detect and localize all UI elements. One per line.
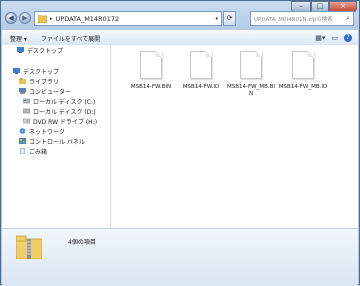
forward-button[interactable]: ▶ <box>19 12 31 24</box>
search-input[interactable]: UPDATA_M0I4R01N.zipの検索 <box>254 15 346 23</box>
file-name: MSB14-FW.BIN <box>130 84 172 90</box>
nav-item-library[interactable]: ライブラリ <box>19 76 59 86</box>
nav-item-label: DVD RW ドライブ (H:) <box>33 118 98 126</box>
nav-item-recycle-bin[interactable]: ごみ箱 <box>19 146 47 156</box>
nav-item-label: ネットワーク <box>29 128 66 136</box>
file-name: MSB14-FW_MB.BIN <box>226 84 275 97</box>
navigation-pane: デスクトップ デスクトップ ライブラリ コンピューター ローカル ディスク (C… <box>2 45 111 228</box>
nav-item-label: ごみ箱 <box>29 148 48 156</box>
back-button[interactable]: ◀ <box>5 12 17 24</box>
nav-item-drive-c[interactable]: ローカル ディスク (C:) <box>23 96 95 106</box>
folder-icon <box>38 14 47 23</box>
nav-item-label: ライブラリ <box>29 78 60 86</box>
desktop-icon <box>13 68 20 74</box>
nav-item-dvd[interactable]: DVD RW ドライブ (H:) <box>23 116 97 126</box>
nav-item-network[interactable]: ネットワーク <box>19 126 65 136</box>
nav-item-label: ローカル ディスク (D:) <box>33 108 96 116</box>
search-box[interactable]: UPDATA_M0I4R01N.zipの検索 ⌕ <box>250 11 354 26</box>
nav-item-drive-d[interactable]: ローカル ディスク (D:) <box>23 106 96 116</box>
document-icon <box>140 51 162 79</box>
file-name: MSB14-FW.ID <box>182 84 220 90</box>
nav-item-desktop[interactable]: デスクトップ <box>13 66 59 76</box>
nav-item-computer[interactable]: コンピューター <box>19 86 71 96</box>
breadcrumb-folder[interactable]: UPDATA_M14R0172 <box>56 15 120 23</box>
document-icon <box>240 51 262 79</box>
refresh-button[interactable]: ⟳ <box>223 11 236 26</box>
file-list-area[interactable]: MSB14-FW.BIN MSB14-FW.ID MSB14-FW_MB.BIN… <box>111 45 358 228</box>
command-bar: 整理 ▾ ファイルをすべて展開 ▦▾ ▭ ? <box>2 30 358 46</box>
control-panel-icon <box>19 138 26 144</box>
help-icon[interactable]: ? <box>344 34 352 42</box>
nav-item-control-panel[interactable]: コントロール パネル <box>19 136 85 146</box>
extract-all-button[interactable]: ファイルをすべて展開 <box>41 34 100 43</box>
document-icon <box>292 51 314 79</box>
nav-item-label: コントロール パネル <box>29 138 85 146</box>
file-name: MSB14-FW_MB.ID <box>278 84 328 90</box>
explorer-window: – □ × ◀ ▶ ▸ UPDATA_M14R0172 ▾ ⟳ UPDATA_M… <box>0 0 360 286</box>
item-count-label: 4個の項目 <box>68 239 96 246</box>
drive-icon <box>23 108 30 114</box>
drive-icon <box>23 98 30 104</box>
computer-icon <box>19 88 26 94</box>
arrow-right-icon: ▶ <box>22 14 28 22</box>
document-icon <box>190 51 212 79</box>
file-item[interactable]: MSB14-FW_MB.BIN <box>225 51 277 98</box>
nav-item-label: デスクトップ <box>23 68 60 76</box>
library-icon <box>19 78 26 84</box>
address-dropdown-icon[interactable]: ▾ <box>215 16 218 22</box>
refresh-icon: ⟳ <box>226 14 233 22</box>
dvd-icon <box>23 118 30 124</box>
file-item[interactable]: MSB14-FW_MB.ID <box>277 51 329 91</box>
nav-item-label: デスクトップ <box>27 47 64 55</box>
recycle-bin-icon <box>20 148 25 154</box>
nav-item-label: ローカル ディスク (C:) <box>33 98 96 106</box>
arrow-left-icon: ◀ <box>8 14 14 22</box>
breadcrumb-separator: ▸ <box>50 15 53 22</box>
details-pane: 4個の項目 <box>2 228 358 286</box>
search-icon: ⌕ <box>346 14 350 22</box>
network-icon <box>19 128 26 134</box>
nav-item-label: コンピューター <box>29 88 72 96</box>
zip-folder-icon <box>16 235 42 259</box>
desktop-icon <box>17 47 24 53</box>
preview-pane-icon[interactable]: ▭ <box>331 34 338 42</box>
file-item[interactable]: MSB14-FW.ID <box>175 51 227 91</box>
view-options-icon[interactable]: ▦▾ <box>315 34 325 42</box>
file-item[interactable]: MSB14-FW.BIN <box>125 51 177 91</box>
address-bar[interactable]: ▸ UPDATA_M14R0172 ▾ <box>34 11 222 26</box>
organize-button[interactable]: 整理 ▾ <box>10 34 27 43</box>
nav-item-desktop-favorite[interactable]: デスクトップ <box>17 45 63 55</box>
